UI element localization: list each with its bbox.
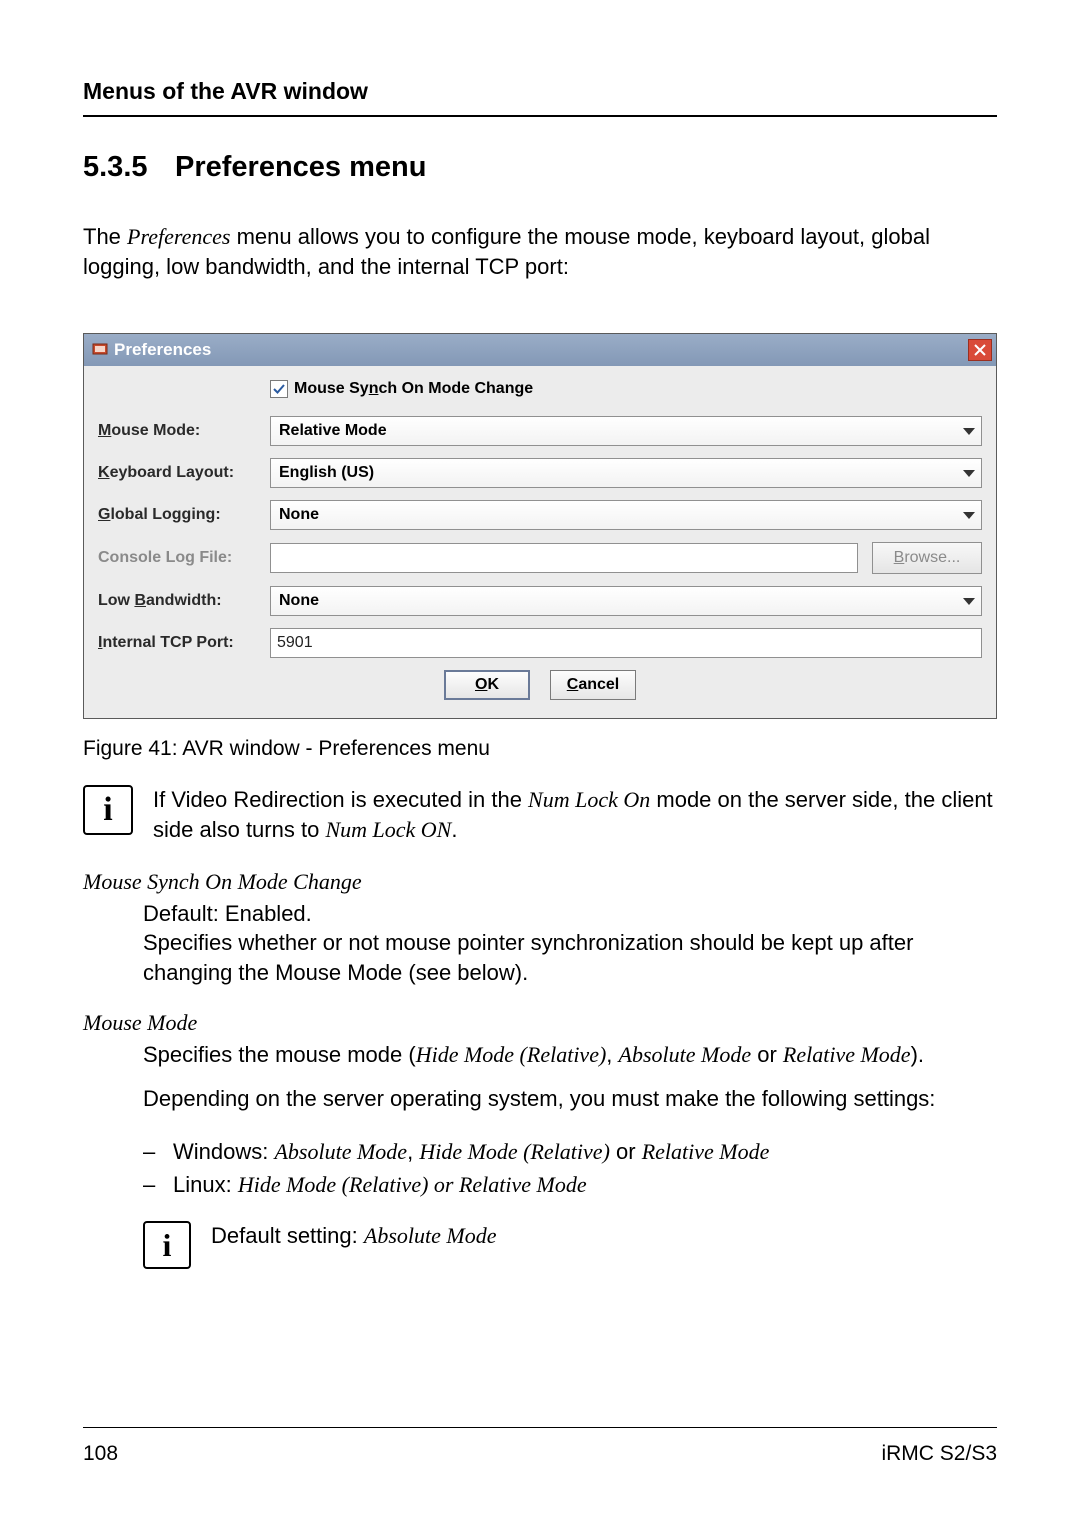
- low-bandwidth-label: Low Bandwidth:: [98, 592, 270, 610]
- console-log-file-label: Console Log File:: [98, 549, 270, 567]
- mouse-sync-label: Mouse Synch On Mode Change: [294, 380, 533, 398]
- header-rule: [83, 115, 997, 117]
- section-heading: 5.3.5Preferences menu: [83, 151, 997, 184]
- mouse-mode-combo[interactable]: Relative Mode: [270, 416, 982, 446]
- preferences-dialog: Preferences Mouse Synch On Mode Change M…: [83, 333, 997, 719]
- titlebar[interactable]: Preferences: [84, 334, 996, 366]
- keyboard-layout-combo[interactable]: English (US): [270, 458, 982, 488]
- info-icon: i: [83, 785, 133, 835]
- page-number: 108: [83, 1442, 118, 1466]
- ok-button[interactable]: OK: [444, 670, 530, 700]
- browse-button: Browse...: [872, 542, 982, 574]
- os-settings-list: Windows: Absolute Mode, Hide Mode (Relat…: [143, 1135, 997, 1201]
- low-bandwidth-combo[interactable]: None: [270, 586, 982, 616]
- doc-id: iRMC S2/S3: [881, 1442, 997, 1466]
- chevron-down-icon: [963, 428, 975, 435]
- param-mouse-mode-heading: Mouse Mode: [83, 1010, 997, 1036]
- list-item: Windows: Absolute Mode, Hide Mode (Relat…: [143, 1135, 997, 1168]
- cancel-button[interactable]: Cancel: [550, 670, 636, 700]
- internal-tcp-port-label: Internal TCP Port:: [98, 634, 270, 652]
- console-log-file-field: [270, 543, 858, 573]
- param-mouse-sync-body: Default: Enabled. Specifies whether or n…: [143, 899, 997, 988]
- intro-paragraph: The Preferences menu allows you to confi…: [83, 222, 997, 281]
- dialog-title: Preferences: [114, 340, 211, 360]
- page-header: Menus of the AVR window: [83, 78, 997, 105]
- internal-tcp-port-field[interactable]: 5901: [270, 628, 982, 658]
- chevron-down-icon: [963, 470, 975, 477]
- note-num-lock: If Video Redirection is executed in the …: [153, 785, 997, 844]
- global-logging-label: Global Logging:: [98, 506, 270, 524]
- mouse-mode-label: Mouse Mode:: [98, 422, 270, 440]
- figure-caption: Figure 41: AVR window - Preferences menu: [83, 737, 997, 761]
- param-mouse-mode-body1: Specifies the mouse mode (Hide Mode (Rel…: [143, 1040, 997, 1113]
- default-setting-text: Default setting: Absolute Mode: [211, 1221, 997, 1251]
- list-item: Linux: Hide Mode (Relative) or Relative …: [143, 1168, 997, 1201]
- keyboard-layout-label: Keyboard Layout:: [98, 464, 270, 482]
- section-title-text: Preferences menu: [175, 151, 426, 183]
- close-button[interactable]: [968, 339, 992, 361]
- chevron-down-icon: [963, 598, 975, 605]
- chevron-down-icon: [963, 512, 975, 519]
- mouse-sync-checkbox[interactable]: [270, 380, 288, 398]
- global-logging-combo[interactable]: None: [270, 500, 982, 530]
- param-mouse-sync-heading: Mouse Synch On Mode Change: [83, 869, 997, 895]
- section-number: 5.3.5: [83, 151, 175, 184]
- info-icon: i: [143, 1221, 191, 1269]
- page-footer: 108 iRMC S2/S3: [83, 1427, 997, 1466]
- app-icon: [92, 342, 108, 358]
